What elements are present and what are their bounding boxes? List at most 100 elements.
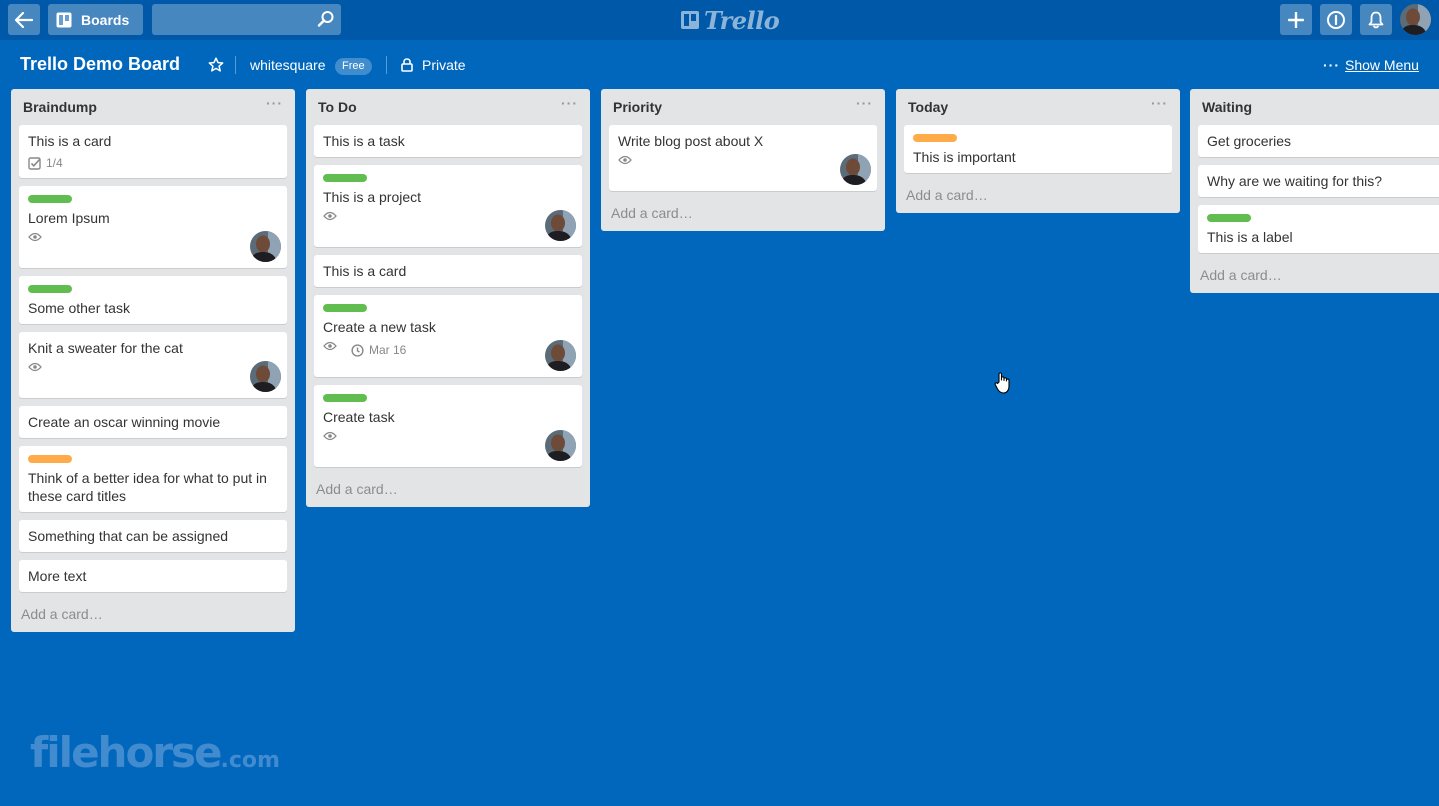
member-avatar[interactable] xyxy=(545,210,576,241)
card-title: This is a project xyxy=(323,189,422,205)
member-avatar[interactable] xyxy=(545,430,576,461)
info-button[interactable] xyxy=(1320,4,1352,35)
star-icon[interactable] xyxy=(208,57,224,73)
list-menu-icon[interactable]: ··· xyxy=(856,95,873,111)
card[interactable]: This is a task xyxy=(314,125,582,157)
list-today: Today ··· This is important Add a card… xyxy=(896,89,1180,213)
top-header: Boards Trello xyxy=(0,0,1439,40)
search-box[interactable] xyxy=(152,4,341,35)
card-title: More text xyxy=(28,568,87,584)
card[interactable]: Some other task xyxy=(19,276,287,324)
trello-logo[interactable]: Trello xyxy=(680,6,780,35)
list-menu-icon[interactable]: ··· xyxy=(1151,95,1168,111)
card[interactable]: This is a card 1/4 xyxy=(19,125,287,178)
member-avatar[interactable] xyxy=(250,361,281,392)
list-braindump: Braindump ··· This is a card 1/4 Lorem I… xyxy=(11,89,295,632)
team-name[interactable]: whitesquare xyxy=(250,57,326,73)
search-icon[interactable] xyxy=(317,10,335,28)
add-card-button[interactable]: Add a card… xyxy=(11,600,295,632)
watermark-logo: filehorse.com xyxy=(30,728,280,777)
due-date: Mar 16 xyxy=(369,343,407,357)
member-avatar[interactable] xyxy=(250,231,281,262)
member-avatar[interactable] xyxy=(545,340,576,371)
back-button[interactable] xyxy=(8,4,40,35)
notifications-button[interactable] xyxy=(1360,4,1392,35)
card[interactable]: Write blog post about X xyxy=(609,125,877,191)
plus-icon xyxy=(1288,11,1304,28)
card-label-green xyxy=(323,394,367,402)
plan-badge: Free xyxy=(335,58,372,75)
card[interactable]: This is a card xyxy=(314,255,582,287)
card[interactable]: More text xyxy=(19,560,287,592)
card-title: Create a new task xyxy=(323,319,436,335)
card[interactable]: Get groceries xyxy=(1198,125,1439,157)
watermark-text: filehorse xyxy=(30,728,223,777)
eye-icon xyxy=(323,341,337,351)
card[interactable]: This is a project xyxy=(314,165,582,247)
add-button[interactable] xyxy=(1280,4,1312,35)
card-title: This is important xyxy=(913,149,1016,165)
search-input[interactable] xyxy=(152,4,312,35)
card-title: Something that can be assigned xyxy=(28,528,229,544)
member-avatar[interactable] xyxy=(840,154,871,185)
bell-icon xyxy=(1368,11,1384,28)
card[interactable]: This is important xyxy=(904,125,1172,173)
add-card-button[interactable]: Add a card… xyxy=(896,181,1180,213)
card-title: Why are we waiting for this? xyxy=(1207,173,1383,189)
list-title[interactable]: Priority xyxy=(613,99,662,115)
list-menu-icon[interactable]: ··· xyxy=(266,95,283,111)
eye-icon xyxy=(323,431,337,441)
card-title: Write blog post about X xyxy=(618,133,764,149)
card[interactable]: Why are we waiting for this? xyxy=(1198,165,1439,197)
board-title[interactable]: Trello Demo Board xyxy=(20,54,180,75)
eye-icon xyxy=(28,362,42,372)
avatar-image xyxy=(1400,4,1431,35)
info-icon xyxy=(1327,10,1345,29)
watch-badge xyxy=(323,431,337,441)
card-title: Knit a sweater for the cat xyxy=(28,340,183,356)
boards-icon xyxy=(56,12,72,27)
list-title[interactable]: Braindump xyxy=(23,99,97,115)
list-to-do: To Do ··· This is a task This is a proje… xyxy=(306,89,590,507)
watch-badge xyxy=(28,232,42,242)
card[interactable]: Something that can be assigned xyxy=(19,520,287,552)
card-label-green xyxy=(1207,214,1251,222)
watch-badge xyxy=(618,155,632,165)
add-card-button[interactable]: Add a card… xyxy=(1190,261,1439,293)
show-menu-link[interactable]: Show Menu xyxy=(1345,57,1419,73)
list-title[interactable]: Waiting xyxy=(1202,99,1252,115)
checklist-icon xyxy=(28,156,41,170)
card[interactable]: Create task xyxy=(314,385,582,467)
watch-badge xyxy=(28,362,42,372)
card-title: Lorem Ipsum xyxy=(28,210,110,226)
card[interactable]: Create a new task Mar 16 xyxy=(314,295,582,377)
menu-dots-icon[interactable]: ··· xyxy=(1323,57,1340,73)
card-label-green xyxy=(323,304,367,312)
list-waiting: Waiting Get groceries Why are we waiting… xyxy=(1190,89,1439,293)
card[interactable]: Create an oscar winning movie xyxy=(19,406,287,438)
list-menu-icon[interactable]: ··· xyxy=(561,95,578,111)
user-avatar[interactable] xyxy=(1400,4,1431,35)
add-card-button[interactable]: Add a card… xyxy=(601,199,885,231)
card-title: This is a task xyxy=(323,133,405,149)
card-title: This is a label xyxy=(1207,229,1293,245)
card[interactable]: Think of a better idea for what to put i… xyxy=(19,446,287,512)
privacy-setting[interactable]: Private xyxy=(422,57,466,73)
watermark-suffix: .com xyxy=(220,748,280,773)
header-divider xyxy=(386,56,387,74)
boards-button[interactable]: Boards xyxy=(48,4,143,35)
card[interactable]: Lorem Ipsum xyxy=(19,186,287,268)
card-label-green xyxy=(28,195,72,203)
checklist-count: 1/4 xyxy=(46,156,63,170)
card[interactable]: This is a label xyxy=(1198,205,1439,253)
card-title: Some other task xyxy=(28,300,130,316)
list-title[interactable]: To Do xyxy=(318,99,357,115)
list-title[interactable]: Today xyxy=(908,99,948,115)
eye-icon xyxy=(28,232,42,242)
card-title: Create an oscar winning movie xyxy=(28,414,221,430)
card[interactable]: Knit a sweater for the cat xyxy=(19,332,287,398)
eye-icon xyxy=(323,211,337,221)
watch-badge xyxy=(323,341,337,351)
back-arrow-icon xyxy=(15,11,33,28)
add-card-button[interactable]: Add a card… xyxy=(306,475,590,507)
